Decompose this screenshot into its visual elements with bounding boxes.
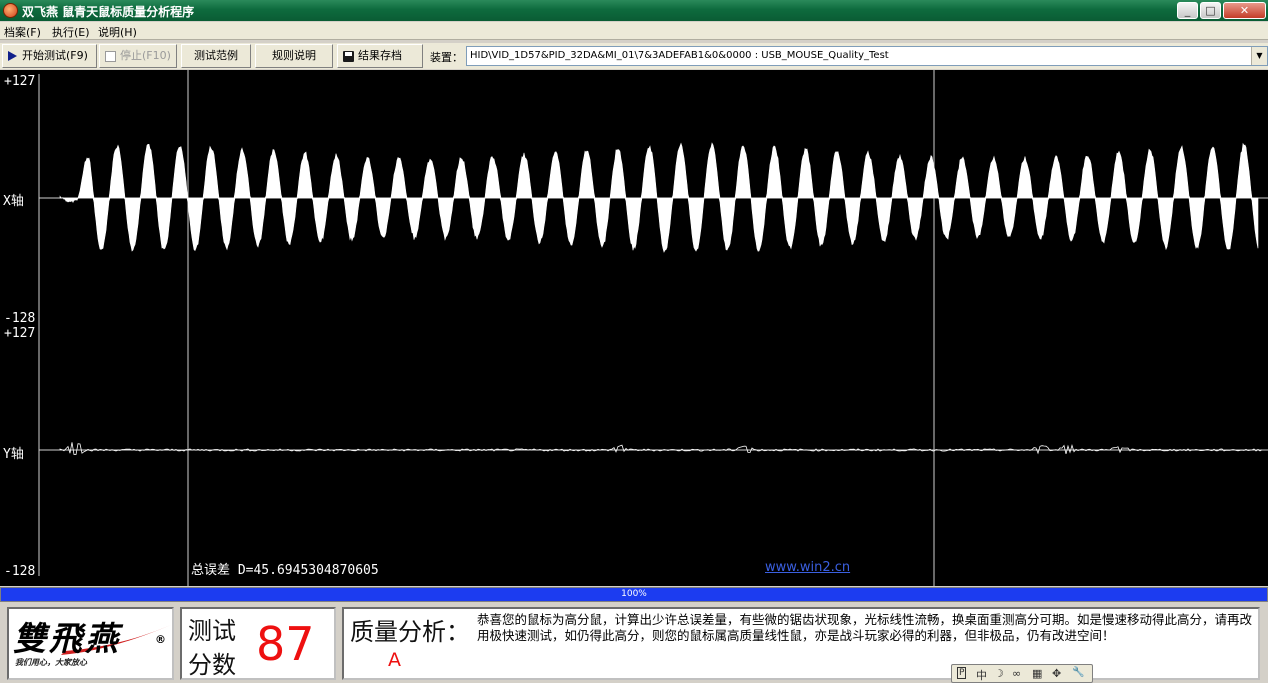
- menu-execute[interactable]: 执行(E): [52, 24, 90, 40]
- waveform-canvas: [38, 70, 1268, 586]
- brand-logo-panel: 雙飛燕 ® 我们用心，大家放心: [7, 607, 174, 680]
- y-min-label: -128: [4, 564, 36, 579]
- x-max-label: +127: [4, 74, 36, 89]
- maximize-button[interactable]: □: [1200, 2, 1221, 19]
- total-error-readout: 总误差 D=45.6945304870605: [191, 563, 379, 578]
- registered-mark: ®: [155, 633, 166, 646]
- y-axis-label: Y轴: [3, 447, 24, 462]
- quality-analysis-panel: 质量分析： A 恭喜您的鼠标为高分鼠，计算出少许总误差量，有些微的锯齿状现象，光…: [342, 607, 1260, 680]
- ime-punctuation-icon[interactable]: ∞: [1012, 667, 1021, 680]
- menu-bar: 档案(F) 执行(E) 说明(H): [0, 22, 1268, 40]
- title-bar[interactable]: 双飞燕 鼠青天鼠标质量分析程序 _ □ ✕: [0, 0, 1268, 21]
- rules-button[interactable]: 规则说明: [255, 44, 333, 68]
- score-value: 87: [256, 617, 315, 671]
- dropdown-arrow-icon[interactable]: ▼: [1251, 47, 1267, 65]
- ime-keyboard-icon[interactable]: ▦: [1032, 667, 1042, 680]
- y-max-label: +127: [4, 326, 36, 341]
- window-title: 双飞燕 鼠青天鼠标质量分析程序: [22, 5, 195, 19]
- main-window: 双飞燕 鼠青天鼠标质量分析程序 _ □ ✕ 档案(F) 执行(E) 说明(H) …: [0, 0, 1268, 683]
- brand-logo: 雙飛燕: [13, 619, 121, 658]
- checkbox-icon: [105, 50, 116, 62]
- ime-chinese-icon[interactable]: 中: [976, 667, 987, 683]
- waveform-display: +127 X轴 -128 +127 Y轴 -128 总误差 D=45.69453…: [0, 70, 1268, 586]
- score-title-line1: 测试: [188, 617, 236, 645]
- quality-description: 恭喜您的鼠标为高分鼠，计算出少许总误差量，有些微的锯齿状现象，光标线性流畅，换桌…: [477, 612, 1253, 643]
- ime-mode-icon[interactable]: P: [957, 667, 967, 679]
- save-disk-icon: [343, 50, 354, 62]
- test-example-button[interactable]: 测试范例: [181, 44, 251, 68]
- toolbar: 开始测试(F9) 停止(F10) 测试范例 规则说明 结果存档 装置： HID\…: [0, 43, 1268, 69]
- score-title-line2: 分数: [188, 651, 236, 679]
- device-label: 装置：: [430, 51, 463, 64]
- ime-menu-icon[interactable]: ✥: [1052, 667, 1061, 680]
- close-button[interactable]: ✕: [1223, 2, 1266, 19]
- device-select-value: HID\VID_1D57&PID_32DA&MI_01\7&3ADEFAB1&0…: [470, 50, 889, 61]
- progress-bar: 100%: [0, 587, 1268, 602]
- x-min-label: -128: [4, 311, 36, 326]
- quality-grade: A: [388, 649, 401, 671]
- ime-settings-icon[interactable]: 🔧: [1072, 667, 1084, 678]
- app-icon[interactable]: [3, 3, 18, 18]
- menu-file[interactable]: 档案(F): [4, 24, 41, 40]
- ime-toolbar[interactable]: P 中 ☽ ∞ ▦ ✥ 🔧: [951, 664, 1093, 683]
- x-axis-label: X轴: [3, 194, 24, 209]
- stop-button[interactable]: 停止(F10): [99, 44, 177, 68]
- progress-text: 100%: [621, 589, 647, 599]
- save-results-button[interactable]: 结果存档: [337, 44, 423, 68]
- score-panel: 测试 分数 87: [180, 607, 336, 680]
- quality-title: 质量分析：: [350, 618, 470, 646]
- start-test-button[interactable]: 开始测试(F9): [2, 44, 97, 68]
- play-icon: [8, 51, 17, 61]
- device-select[interactable]: HID\VID_1D57&PID_32DA&MI_01\7&3ADEFAB1&0…: [466, 46, 1268, 66]
- minimize-button[interactable]: _: [1177, 2, 1198, 19]
- y-axis-waveform: [59, 442, 1263, 455]
- website-link[interactable]: www.win2.cn: [765, 560, 850, 575]
- brand-slogan: 我们用心，大家放心: [15, 658, 87, 667]
- ime-halfwidth-icon[interactable]: ☽: [994, 667, 1004, 680]
- menu-help[interactable]: 说明(H): [98, 24, 137, 40]
